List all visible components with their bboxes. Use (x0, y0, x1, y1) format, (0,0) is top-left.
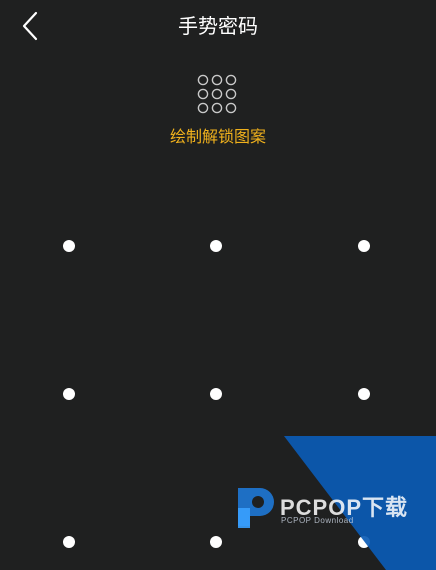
page-title: 手势密码 (178, 14, 258, 38)
pattern-dot-9[interactable] (358, 536, 370, 548)
pattern-dot-3[interactable] (358, 240, 370, 252)
watermark-logo-icon (238, 488, 274, 528)
pattern-grid-icon (197, 74, 237, 114)
header: 手势密码 (0, 0, 436, 52)
pattern-dot-5[interactable] (210, 388, 222, 400)
pattern-dot-1[interactable] (63, 240, 75, 252)
pattern-dot-8[interactable] (210, 536, 222, 548)
watermark-tagline: PCPOP Download (281, 516, 354, 525)
pattern-dot-2[interactable] (210, 240, 222, 252)
pattern-dot-7[interactable] (63, 536, 75, 548)
gesture-password-screen: 手势密码 绘制解锁图案 PCPOP下载 PCPOP Download (0, 0, 436, 570)
pattern-dot-6[interactable] (358, 388, 370, 400)
pattern-dot-4[interactable] (63, 388, 75, 400)
draw-pattern-hint: 绘制解锁图案 (169, 127, 266, 146)
